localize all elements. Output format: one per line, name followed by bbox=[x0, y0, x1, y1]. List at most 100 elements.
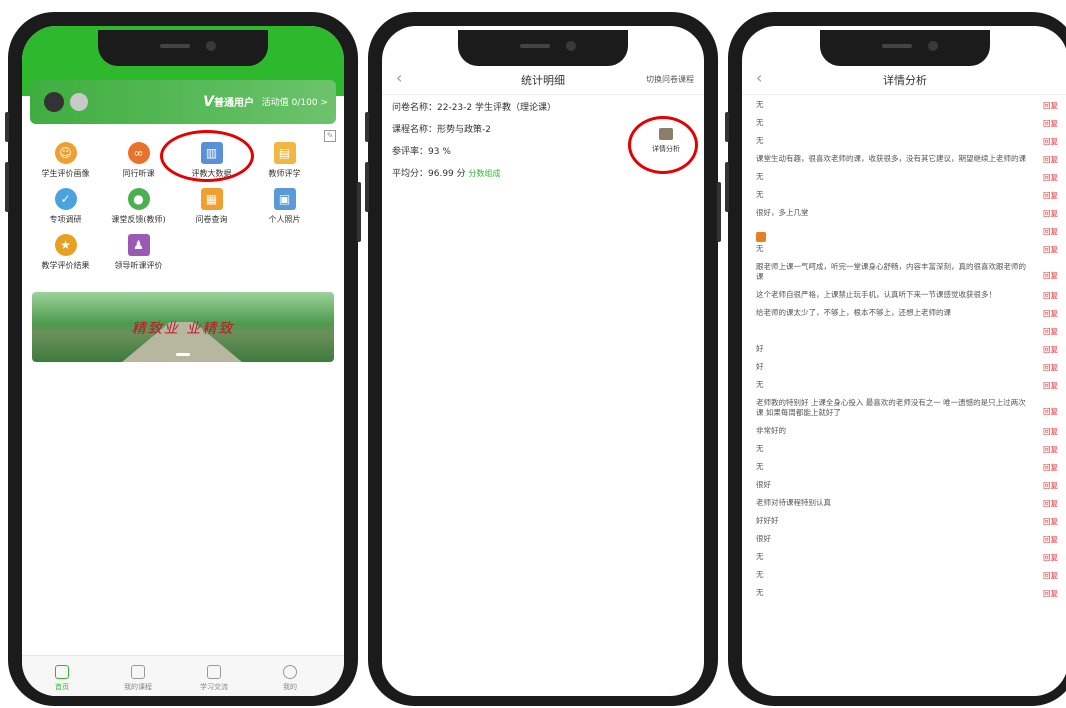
comment-text: 课堂生动有趣，很喜欢老师的课，收获很多，没有其它建议，期望继续上老师的课 bbox=[756, 154, 1026, 163]
comment-row: 给老师的课太少了，不够上，根本不够上，还想上老师的课 回复 bbox=[756, 308, 1058, 326]
reply-link[interactable]: 回复 bbox=[1043, 190, 1058, 201]
tab-exchange[interactable]: 学习交流 bbox=[174, 665, 254, 692]
reply-link[interactable]: 回复 bbox=[1043, 344, 1058, 355]
comment-text: 无 bbox=[756, 588, 764, 597]
screen-home: V普通用户 活动值 0/100 > ✎ ☺ 学生评价画像 ∞ 同行听课 ▥ 评教大数据… bbox=[22, 26, 344, 696]
menu-item-eval-result[interactable]: ★ 教学评价结果 bbox=[28, 234, 103, 271]
tab-home[interactable]: 首页 bbox=[22, 665, 102, 692]
reply-link[interactable]: 回复 bbox=[1043, 516, 1058, 527]
comment-row: 无 回复 bbox=[756, 172, 1058, 190]
carousel-indicator[interactable] bbox=[176, 353, 190, 356]
group-icon: ♟ bbox=[127, 234, 150, 256]
reply-link[interactable]: 回复 bbox=[1043, 118, 1058, 129]
comment-text: 老师教的特别好 上课全身心投入 最喜欢的老师没有之一 唯一遗憾的是只上过两次课 … bbox=[756, 398, 1026, 417]
user-icon: ● bbox=[127, 188, 150, 210]
activity-count[interactable]: 活动值 0/100 > bbox=[262, 95, 328, 108]
reply-link[interactable]: 回复 bbox=[1043, 444, 1058, 455]
user-card[interactable]: V普通用户 活动值 0/100 > bbox=[30, 80, 336, 124]
profile-icon bbox=[283, 665, 297, 679]
reply-link[interactable]: 回复 bbox=[1043, 154, 1058, 165]
reply-link[interactable]: 回复 bbox=[1043, 172, 1058, 183]
settings-icon[interactable] bbox=[70, 93, 88, 111]
menu-item-teacher-eval[interactable]: ▤ 教师评学 bbox=[247, 142, 322, 179]
average-score-row: 平均分：96.99 分 分数组成 bbox=[392, 166, 501, 179]
avatar[interactable] bbox=[44, 92, 64, 112]
comment-text: 好好好 bbox=[756, 516, 779, 525]
phone-detail-analysis: ‹ 详情分析 无回复无回复无回复 课堂生动有趣，很喜欢老师的课，收获很多，没有其它… bbox=[725, 12, 1066, 706]
comment-text: 跟老师上课一气呵成，听完一堂课身心舒畅，内容丰富深刻，真的很喜欢跟老师的课 bbox=[756, 262, 1026, 281]
comment-row: 回复 bbox=[756, 226, 1058, 244]
comment-text: 好 bbox=[756, 362, 764, 371]
reply-link[interactable]: 回复 bbox=[1043, 290, 1058, 301]
reply-link[interactable]: 回复 bbox=[1043, 426, 1058, 437]
comment-row: 非常好的 回复 bbox=[756, 426, 1058, 444]
reply-link[interactable]: 回复 bbox=[1043, 462, 1058, 473]
comment-row: 好 回复 bbox=[756, 362, 1058, 380]
comment-text: 无 bbox=[756, 462, 764, 471]
comment-row: 无 回复 bbox=[756, 118, 1058, 136]
reply-link[interactable]: 回复 bbox=[1043, 226, 1058, 237]
reply-link[interactable]: 回复 bbox=[1043, 326, 1058, 337]
reply-link[interactable]: 回复 bbox=[1043, 570, 1058, 581]
participation-rate: 参评率：93 % bbox=[392, 147, 451, 157]
score-detail-link[interactable]: 分数组成 bbox=[469, 169, 501, 178]
reply-link[interactable]: 回复 bbox=[1043, 498, 1058, 509]
highlight-circle bbox=[628, 116, 698, 174]
menu-item-survey-query[interactable]: ▦ 问卷查询 bbox=[174, 188, 249, 225]
comment-text: 好 bbox=[756, 344, 764, 353]
edit-icon[interactable]: ✎ bbox=[324, 130, 336, 142]
reply-link[interactable]: 回复 bbox=[1043, 244, 1058, 255]
reply-link[interactable]: 回复 bbox=[1043, 534, 1058, 545]
document-icon: ▤ bbox=[273, 142, 296, 164]
reply-link[interactable]: 回复 bbox=[1043, 362, 1058, 373]
comment-row: 课堂生动有趣，很喜欢老师的课，收获很多，没有其它建议，期望继续上老师的课 回复 bbox=[756, 154, 1058, 172]
comment-row: 老师教的特别好 上课全身心投入 最喜欢的老师没有之一 唯一遗憾的是只上过两次课 … bbox=[756, 398, 1058, 426]
listen-icon: ∞ bbox=[127, 142, 150, 164]
course-name: 课程名称：形势与政策-2 bbox=[392, 125, 491, 135]
comment-text: 无 bbox=[756, 380, 764, 389]
survey-name: 问卷名称：22-23-2 学生评教（理论课） bbox=[392, 103, 556, 113]
side-button bbox=[725, 112, 729, 142]
comment-text: 无 bbox=[756, 570, 764, 579]
reply-link[interactable]: 回复 bbox=[1043, 480, 1058, 491]
reply-link[interactable]: 回复 bbox=[1043, 308, 1058, 319]
reply-link[interactable]: 回复 bbox=[1043, 100, 1058, 111]
switch-course-link[interactable]: 切换问卷课程 bbox=[646, 74, 694, 85]
reply-link[interactable]: 回复 bbox=[1043, 588, 1058, 599]
comment-row: 无 回复 bbox=[756, 244, 1058, 262]
phone-home: V普通用户 活动值 0/100 > ✎ ☺ 学生评价画像 ∞ 同行听课 ▥ 评教大数据… bbox=[5, 12, 361, 706]
banner-text: 精致业 业精致 bbox=[131, 321, 235, 337]
menu-item-class-feedback[interactable]: ● 课堂反馈(教师) bbox=[101, 188, 176, 225]
comment-row: 老师对待课程特别认真 回复 bbox=[756, 498, 1058, 516]
comment-text: 老师对待课程特别认真 bbox=[756, 498, 831, 507]
tab-my-courses[interactable]: 我的课程 bbox=[98, 665, 178, 692]
comment-row: 无 回复 bbox=[756, 444, 1058, 462]
comment-row: 无 回复 bbox=[756, 380, 1058, 398]
comment-row: 这个老师自很严格，上课禁止玩手机，认真听下来一节课感觉收获很多！ 回复 bbox=[756, 290, 1058, 308]
page-title: 详情分析 bbox=[883, 74, 927, 87]
comment-row: 无 回复 bbox=[756, 552, 1058, 570]
comment-text: 无 bbox=[756, 244, 764, 253]
campus-banner[interactable]: 精致业 业精致 bbox=[32, 292, 334, 362]
comment-text: 无 bbox=[756, 190, 764, 199]
check-icon: ✓ bbox=[54, 188, 77, 210]
reply-link[interactable]: 回复 bbox=[1043, 380, 1058, 391]
reply-link[interactable]: 回复 bbox=[1043, 270, 1058, 281]
tab-mine[interactable]: 我的 bbox=[250, 665, 330, 692]
comment-text: 很好，多上几堂 bbox=[756, 208, 809, 217]
comment-row: 无 回复 bbox=[756, 588, 1058, 606]
reply-link[interactable]: 回复 bbox=[1043, 208, 1058, 219]
reply-link[interactable]: 回复 bbox=[1043, 406, 1058, 417]
menu-item-survey[interactable]: ✓ 专项调研 bbox=[28, 188, 103, 225]
reply-link[interactable]: 回复 bbox=[1043, 552, 1058, 563]
side-button bbox=[717, 182, 721, 242]
comment-row: 好 回复 bbox=[756, 344, 1058, 362]
menu-item-leader-eval[interactable]: ♟ 领导听课评价 bbox=[101, 234, 176, 271]
reply-link[interactable]: 回复 bbox=[1043, 136, 1058, 147]
comment-text: 无 bbox=[756, 172, 764, 181]
comment-row: 很好 回复 bbox=[756, 534, 1058, 552]
menu-item-personal-photo[interactable]: ▣ 个人照片 bbox=[247, 188, 322, 225]
comment-text: 给老师的课太少了，不够上，根本不够上，还想上老师的课 bbox=[756, 308, 951, 317]
menu-item-student-eval[interactable]: ☺ 学生评价画像 bbox=[28, 142, 103, 179]
phone-statistics: ‹ 统计明细 切换问卷课程 问卷名称：22-23-2 学生评教（理论课） 课程名… bbox=[365, 12, 721, 706]
